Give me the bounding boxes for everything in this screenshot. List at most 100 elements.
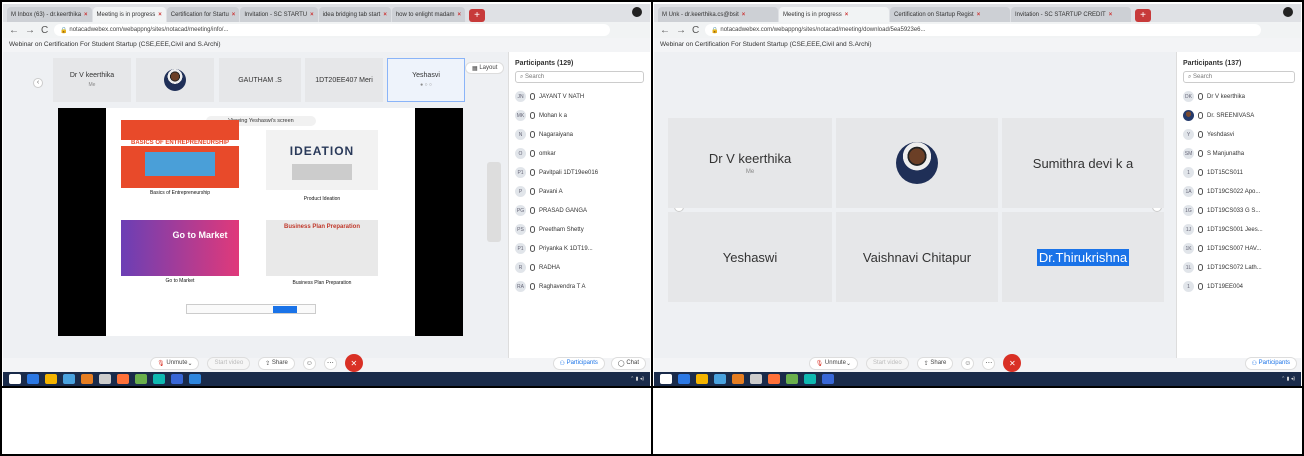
participants-button[interactable]: ⚇ Participants (1244, 356, 1297, 370)
participant-row[interactable]: Y Yeshdasvi (1177, 125, 1301, 144)
reload-icon[interactable]: C (41, 25, 48, 36)
participant-row[interactable]: RA Raghavendra T A (509, 277, 650, 296)
participant-row[interactable]: 1A 1DT19CS022 Apo... (1177, 182, 1301, 201)
browser-tab[interactable]: M Inbox (63) - dr.keerthika × (7, 7, 92, 22)
participant-row[interactable]: 1 1DT19EE004 (1177, 277, 1301, 296)
browser-tab[interactable]: idea bridging tab start × (318, 7, 391, 22)
browser-tab[interactable]: Invitation - SC STARTUP CREDIT × (1011, 7, 1131, 22)
profile-icon[interactable] (1283, 7, 1293, 17)
video-tile[interactable]: Yeshaswi (668, 212, 832, 302)
office-icon[interactable] (81, 374, 93, 384)
firefox-icon[interactable] (117, 374, 129, 384)
store-icon[interactable] (714, 374, 726, 384)
end-call-button[interactable]: ✕ (344, 354, 363, 372)
video-tile[interactable]: Dr V keerthika Me (53, 58, 131, 102)
video-tile[interactable]: Dr V keerthika Me (668, 118, 832, 208)
participant-row[interactable]: Oomkar (509, 144, 650, 163)
participant-search-input[interactable]: ⌕ Search (515, 71, 644, 83)
video-tile[interactable] (836, 118, 998, 208)
back-icon[interactable]: ← (660, 25, 670, 36)
participant-row[interactable]: PS Preetham Shetty (509, 220, 650, 239)
more-options-icon[interactable]: ⋯ (323, 356, 337, 370)
store-icon[interactable] (63, 374, 75, 384)
profile-icon[interactable] (632, 7, 642, 17)
share-button[interactable]: ⇪ Share (258, 356, 295, 370)
participant-row[interactable]: PG PRASAD GANGA (509, 201, 650, 220)
video-tile-selected[interactable]: Yeshasvi ● ○ ○ (387, 58, 465, 102)
video-tile[interactable]: Sumithra devi k a (1002, 118, 1164, 208)
participant-row[interactable]: R RADHA (509, 258, 650, 277)
participant-row[interactable]: 1L 1DT19CS072 Lath... (1177, 258, 1301, 277)
start-icon[interactable] (9, 374, 21, 384)
chat-button[interactable]: ◯ Chat (610, 356, 646, 370)
participant-row[interactable]: N Nagaraiyana (509, 125, 650, 144)
url-field[interactable]: 🔒 notacadwebex.com/webappng/sites/notaca… (54, 24, 610, 36)
chrome-icon[interactable] (804, 374, 816, 384)
start-icon[interactable] (660, 374, 672, 384)
participant-row[interactable]: P1 Pavitpali 1DT19ee016 (509, 163, 650, 182)
participant-search-input[interactable]: ⌕ Search (1183, 71, 1295, 83)
scrollbar[interactable] (487, 162, 501, 242)
participant-row[interactable]: 1K 1DT19CS007 HAV... (1177, 239, 1301, 258)
explorer-icon[interactable] (45, 374, 57, 384)
app-icon[interactable] (135, 374, 147, 384)
chevron-left-icon[interactable]: ‹ (33, 78, 43, 88)
unmute-button[interactable]: 🎙 Unmute ⌄ (808, 356, 858, 370)
layout-button[interactable]: ▦ Layout (465, 62, 505, 74)
participants-button[interactable]: ⚇ Participants (552, 356, 605, 370)
participant-row[interactable]: 1G 1DT19CS033 G S... (1177, 201, 1301, 220)
video-tile[interactable]: GAUTHAM .S (219, 58, 301, 102)
media-icon[interactable] (750, 374, 762, 384)
video-tile[interactable]: Vaishnavi Chitapur (836, 212, 998, 302)
ie-icon[interactable] (27, 374, 39, 384)
browser-tab[interactable]: how to enlight madam × (391, 7, 466, 22)
participant-row[interactable]: 1 1DT15CS011 (1177, 163, 1301, 182)
browser-tab-active[interactable]: Meeting is in progress × (779, 7, 889, 22)
participant-row[interactable]: Dr. SREENIVASA (1177, 106, 1301, 125)
mic-icon (1198, 93, 1203, 100)
more-options-icon[interactable]: ⋯ (982, 356, 996, 370)
teams-icon[interactable] (171, 374, 183, 384)
participant-row[interactable]: SM S Manjunatha (1177, 144, 1301, 163)
start-video-button[interactable]: Start video (207, 356, 251, 370)
participant-row[interactable]: 1J 1DT19CS001 Jees... (1177, 220, 1301, 239)
participant-row[interactable]: MK Mohan k a (509, 106, 650, 125)
participant-row[interactable]: P Pavani A (509, 182, 650, 201)
explorer-icon[interactable] (696, 374, 708, 384)
video-tile[interactable]: Dr.Thirukrishna (1002, 212, 1164, 302)
start-video-button[interactable]: Start video (865, 356, 909, 370)
share-button[interactable]: ⇪ Share (916, 356, 954, 370)
participant-row[interactable]: JN JAYANT V NATH (509, 87, 650, 106)
video-tile[interactable] (136, 58, 214, 102)
forward-icon[interactable]: → (676, 25, 686, 36)
ie-icon[interactable] (678, 374, 690, 384)
video-tile[interactable]: 1DT20EE407 Meri (305, 58, 383, 102)
browser-tab[interactable]: Certification for Startu × (166, 7, 240, 22)
participant-name: Raghavendra T A (539, 283, 586, 290)
new-tab-button[interactable]: + (469, 9, 486, 22)
end-call-button[interactable]: ✕ (1003, 354, 1022, 372)
browser-tab[interactable]: M Unk - dr.keerthika.cs@bsit × (658, 7, 778, 22)
new-tab-button[interactable]: + (1135, 9, 1151, 22)
meeting-stage: ‹ Dr V keerthika Me GAUTHAM .S 1DT20EE40… (3, 52, 508, 358)
reload-icon[interactable]: C (692, 25, 699, 36)
word-icon[interactable] (189, 374, 201, 384)
participant-row[interactable]: P1 Priyanka K 1DT19... (509, 239, 650, 258)
participant-row[interactable]: DK Dr V keerthika (1177, 87, 1301, 106)
unmute-button[interactable]: 🎙 Unmute ⌄ (150, 356, 200, 370)
back-icon[interactable]: ← (9, 25, 19, 36)
chrome-icon[interactable] (153, 374, 165, 384)
notice-button[interactable] (273, 306, 297, 313)
url-field[interactable]: 🔒 notacadwebex.com/webappng/sites/notaca… (705, 24, 1261, 36)
reactions-icon[interactable]: ☺ (302, 356, 316, 370)
browser-tab[interactable]: Certification on Startup Regist × (890, 7, 1010, 22)
browser-tab-active[interactable]: Meeting is in progress × (92, 7, 166, 22)
office-icon[interactable] (732, 374, 744, 384)
app-icon[interactable] (786, 374, 798, 384)
firefox-icon[interactable] (768, 374, 780, 384)
media-icon[interactable] (99, 374, 111, 384)
reactions-icon[interactable]: ☺ (961, 356, 975, 370)
teams-icon[interactable] (822, 374, 834, 384)
browser-tab[interactable]: Invitation - SC STARTU × (240, 7, 318, 22)
forward-icon[interactable]: → (25, 25, 35, 36)
